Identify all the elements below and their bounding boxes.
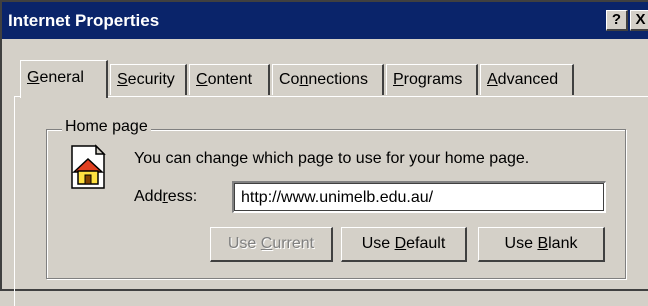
home-page-icon bbox=[71, 144, 106, 189]
tab-advanced[interactable]: Advanced bbox=[480, 64, 574, 95]
close-button[interactable]: X bbox=[630, 10, 648, 31]
use-blank-button[interactable]: Use Blank bbox=[478, 227, 605, 262]
title-bar[interactable]: Internet Properties ? X bbox=[2, 2, 648, 39]
tab-programs[interactable]: Programs bbox=[386, 64, 478, 95]
help-button[interactable]: ? bbox=[606, 10, 628, 31]
tab-strip: General Security Content Connections Pro… bbox=[2, 60, 648, 98]
tab-security[interactable]: Security bbox=[110, 64, 187, 95]
use-current-button[interactable]: Use Current bbox=[210, 227, 333, 262]
address-label: Address: bbox=[134, 188, 198, 205]
home-page-description: You can change which page to use for you… bbox=[134, 150, 530, 167]
internet-properties-dialog: Internet Properties ? X General Security… bbox=[0, 0, 648, 306]
window-title: Internet Properties bbox=[8, 11, 160, 30]
tab-content[interactable]: Content bbox=[189, 64, 270, 95]
use-default-button[interactable]: Use Default bbox=[341, 227, 467, 262]
home-page-group-label: Home page bbox=[62, 118, 151, 136]
tab-connections[interactable]: Connections bbox=[272, 64, 384, 95]
address-input[interactable] bbox=[232, 181, 606, 213]
tab-general[interactable]: General bbox=[20, 60, 108, 98]
